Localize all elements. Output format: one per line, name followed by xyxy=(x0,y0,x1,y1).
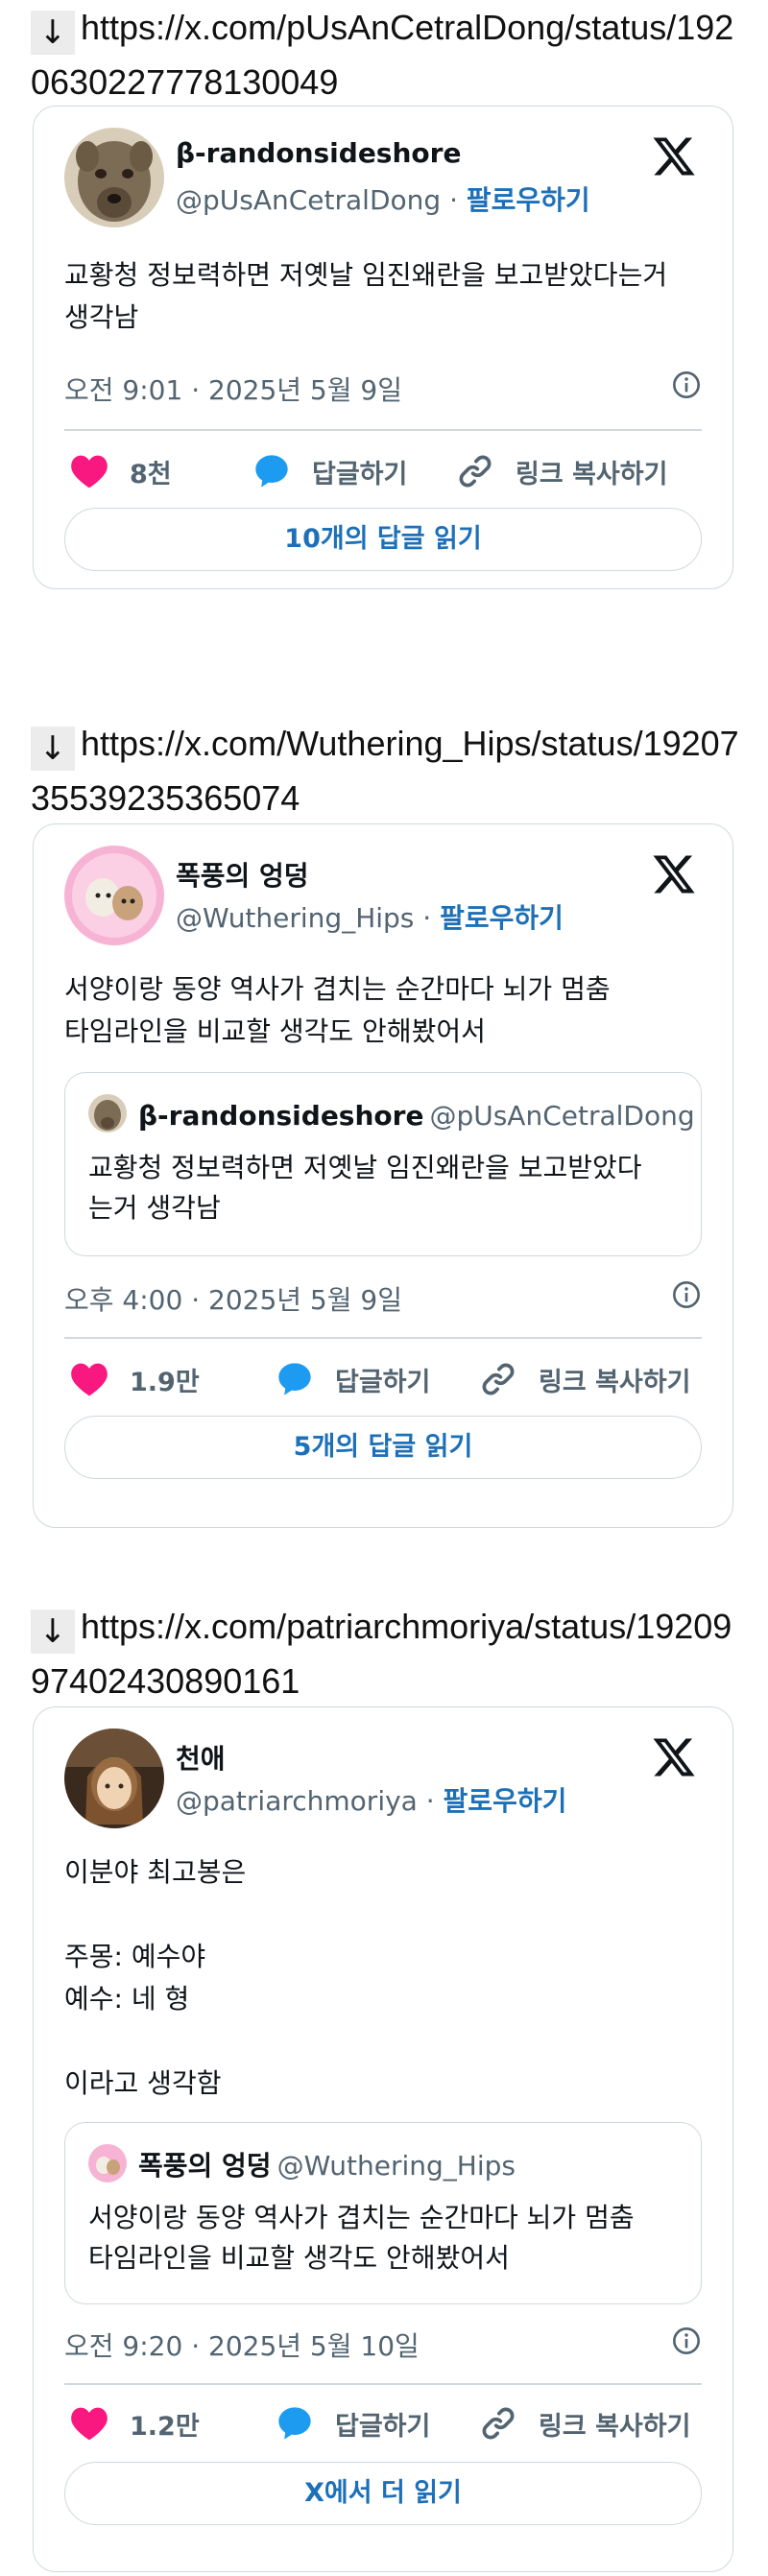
reply-bubble-icon xyxy=(278,1363,311,1395)
heart-icon xyxy=(71,2407,108,2441)
avatar[interactable] xyxy=(64,846,164,945)
follow-button[interactable]: 팔로우하기 xyxy=(467,184,590,216)
divider xyxy=(64,2383,702,2385)
down-arrow-icon: ↓ xyxy=(31,11,75,55)
separator-dot: · xyxy=(422,902,441,934)
display-name[interactable]: 폭풍의 엉덩 xyxy=(176,855,309,894)
link-icon xyxy=(482,1363,515,1395)
x-logo-icon[interactable] xyxy=(650,851,698,897)
quote-avatar xyxy=(88,1094,127,1133)
tweet-meta: 오전 9:01 · 2025년 5월 9일 xyxy=(64,370,702,408)
heart-icon xyxy=(71,455,108,489)
copy-link-label: 링크 복사하기 xyxy=(539,2411,691,2442)
quote-header: 폭풍의 엉덩 @Wuthering_Hips xyxy=(88,2144,516,2183)
reply-button[interactable]: 답글하기 xyxy=(252,448,407,494)
quote-display-name: β-randonsideshore xyxy=(138,1100,424,1132)
link-icon xyxy=(482,2407,515,2440)
tweet-card: 폭풍의 엉덩 @Wuthering_Hips · 팔로우하기 서양이랑 동양 역… xyxy=(33,823,733,1528)
tweet-text: 서양이랑 동양 역사가 겹치는 순간마다 뇌가 멈춤 타임라인을 비교할 생각도… xyxy=(64,973,611,1047)
quote-text: 서양이랑 동양 역사가 겹치는 순간마다 뇌가 멈춤 타임라인을 비교할 생각도… xyxy=(88,2202,635,2274)
info-icon[interactable] xyxy=(671,370,702,400)
quote-handle: @pUsAnCetralDong xyxy=(429,1100,695,1132)
handle-line: @Wuthering_Hips · 팔로우하기 xyxy=(176,897,564,936)
quote-handle: @Wuthering_Hips xyxy=(276,2150,516,2182)
separator-dot: · xyxy=(425,1785,444,1817)
copy-link-button[interactable]: 링크 복사하기 xyxy=(479,1356,690,1402)
reply-label: 답글하기 xyxy=(335,1367,431,1397)
handle-line: @patriarchmoriya · 팔로우하기 xyxy=(176,1780,566,1819)
action-bar: 8천 답글하기 링크 복사하기 xyxy=(64,448,702,494)
timestamp[interactable]: 오전 9:20 · 2025년 5월 10일 xyxy=(64,2330,420,2362)
copy-link-label: 링크 복사하기 xyxy=(516,459,668,489)
user-handle[interactable]: @patriarchmoriya xyxy=(176,1785,418,1817)
reply-label: 답글하기 xyxy=(312,459,408,489)
tweet-meta: 오후 4:00 · 2025년 5월 9일 xyxy=(64,1279,702,1318)
tweet-card: 천애 @patriarchmoriya · 팔로우하기 이분야 최고봉은 주몽:… xyxy=(33,1706,733,2572)
tweet-meta: 오전 9:20 · 2025년 5월 10일 xyxy=(64,2326,702,2364)
copy-link-label: 링크 복사하기 xyxy=(539,1367,691,1397)
quote-header: β-randonsideshore @pUsAnCetralDong xyxy=(88,1094,695,1133)
copy-link-button[interactable]: 링크 복사하기 xyxy=(456,448,667,494)
tweet-text: 이분야 최고봉은 주몽: 예수야 예수: 네 형 이라고 생각함 xyxy=(64,1856,247,2099)
like-button[interactable]: 1.9만 xyxy=(70,1356,200,1402)
user-handle[interactable]: @pUsAnCetralDong xyxy=(176,184,441,216)
down-arrow-icon: ↓ xyxy=(31,727,75,771)
post-url[interactable]: ↓ https://x.com/pUsAnCetralDong/status/19… xyxy=(31,0,741,109)
post-url-text[interactable]: https://x.com/Wuthering_Hips/status/1920… xyxy=(31,724,739,818)
info-icon[interactable] xyxy=(671,2326,702,2356)
tweet-card: β-randonsideshore @pUsAnCetralDong · 팔로우… xyxy=(33,106,733,589)
quote-text: 교황청 정보력하면 저옛날 임진왜란을 보고받았다 는거 생각남 xyxy=(88,1152,642,1224)
reply-button[interactable]: 답글하기 xyxy=(276,1356,430,1402)
post-url[interactable]: ↓ https://x.com/Wuthering_Hips/status/192… xyxy=(31,716,741,825)
action-bar: 1.9만 답글하기 링크 복사하기 xyxy=(64,1356,702,1402)
like-count: 1.2만 xyxy=(130,2411,200,2442)
quote-avatar xyxy=(88,2144,127,2182)
info-icon[interactable] xyxy=(671,1279,702,1310)
avatar[interactable] xyxy=(64,1729,164,1828)
link-icon xyxy=(459,455,492,488)
follow-button[interactable]: 팔로우하기 xyxy=(440,902,564,934)
quoted-tweet[interactable]: 폭풍의 엉덩 @Wuthering_Hips 서양이랑 동양 역사가 겹치는 순간… xyxy=(64,2122,702,2304)
divider xyxy=(64,1337,702,1339)
post-url-text[interactable]: https://x.com/patriarchmoriya/status/192… xyxy=(31,1607,732,1701)
reply-label: 답글하기 xyxy=(335,2411,431,2442)
x-logo-icon[interactable] xyxy=(650,1734,698,1780)
like-button[interactable]: 8천 xyxy=(70,448,172,494)
post-url-text[interactable]: https://x.com/pUsAnCetralDong/status/192… xyxy=(31,8,733,102)
post-url[interactable]: ↓ https://x.com/patriarchmoriya/status/19… xyxy=(31,1599,741,1708)
read-replies-button[interactable]: 5개의 답글 읽기 xyxy=(64,1416,702,1479)
display-name[interactable]: β-randonsideshore xyxy=(176,137,461,169)
action-bar: 1.2만 답글하기 링크 복사하기 xyxy=(64,2400,702,2446)
divider xyxy=(64,429,702,431)
x-logo-icon[interactable] xyxy=(650,133,698,179)
user-handle[interactable]: @Wuthering_Hips xyxy=(176,902,414,934)
handle-line: @pUsAnCetralDong · 팔로우하기 xyxy=(176,179,590,218)
like-count: 8천 xyxy=(130,459,172,489)
like-button[interactable]: 1.2만 xyxy=(70,2400,200,2446)
heart-icon xyxy=(71,1363,108,1396)
quoted-tweet[interactable]: β-randonsideshore @pUsAnCetralDong 교황청 정보… xyxy=(64,1072,702,1256)
follow-button[interactable]: 팔로우하기 xyxy=(444,1785,567,1817)
copy-link-button[interactable]: 링크 복사하기 xyxy=(479,2400,690,2446)
avatar[interactable] xyxy=(64,128,164,227)
read-replies-button[interactable]: 10개의 답글 읽기 xyxy=(64,508,702,571)
like-count: 1.9만 xyxy=(130,1367,200,1397)
tweet-text: 교황청 정보력하면 저옛날 임진왜란을 보고받았다는거 생각남 xyxy=(64,259,668,333)
separator-dot: · xyxy=(449,184,467,216)
reply-bubble-icon xyxy=(255,455,288,488)
timestamp[interactable]: 오전 9:01 · 2025년 5월 9일 xyxy=(64,374,402,406)
down-arrow-icon: ↓ xyxy=(31,1610,75,1654)
display-name[interactable]: 천애 xyxy=(176,1738,226,1777)
reply-button[interactable]: 답글하기 xyxy=(276,2400,430,2446)
reply-bubble-icon xyxy=(278,2407,311,2440)
timestamp[interactable]: 오후 4:00 · 2025년 5월 9일 xyxy=(64,1284,402,1316)
quote-display-name: 폭풍의 엉덩 xyxy=(138,2150,272,2182)
read-more-button[interactable]: X에서 더 읽기 xyxy=(64,2462,702,2525)
